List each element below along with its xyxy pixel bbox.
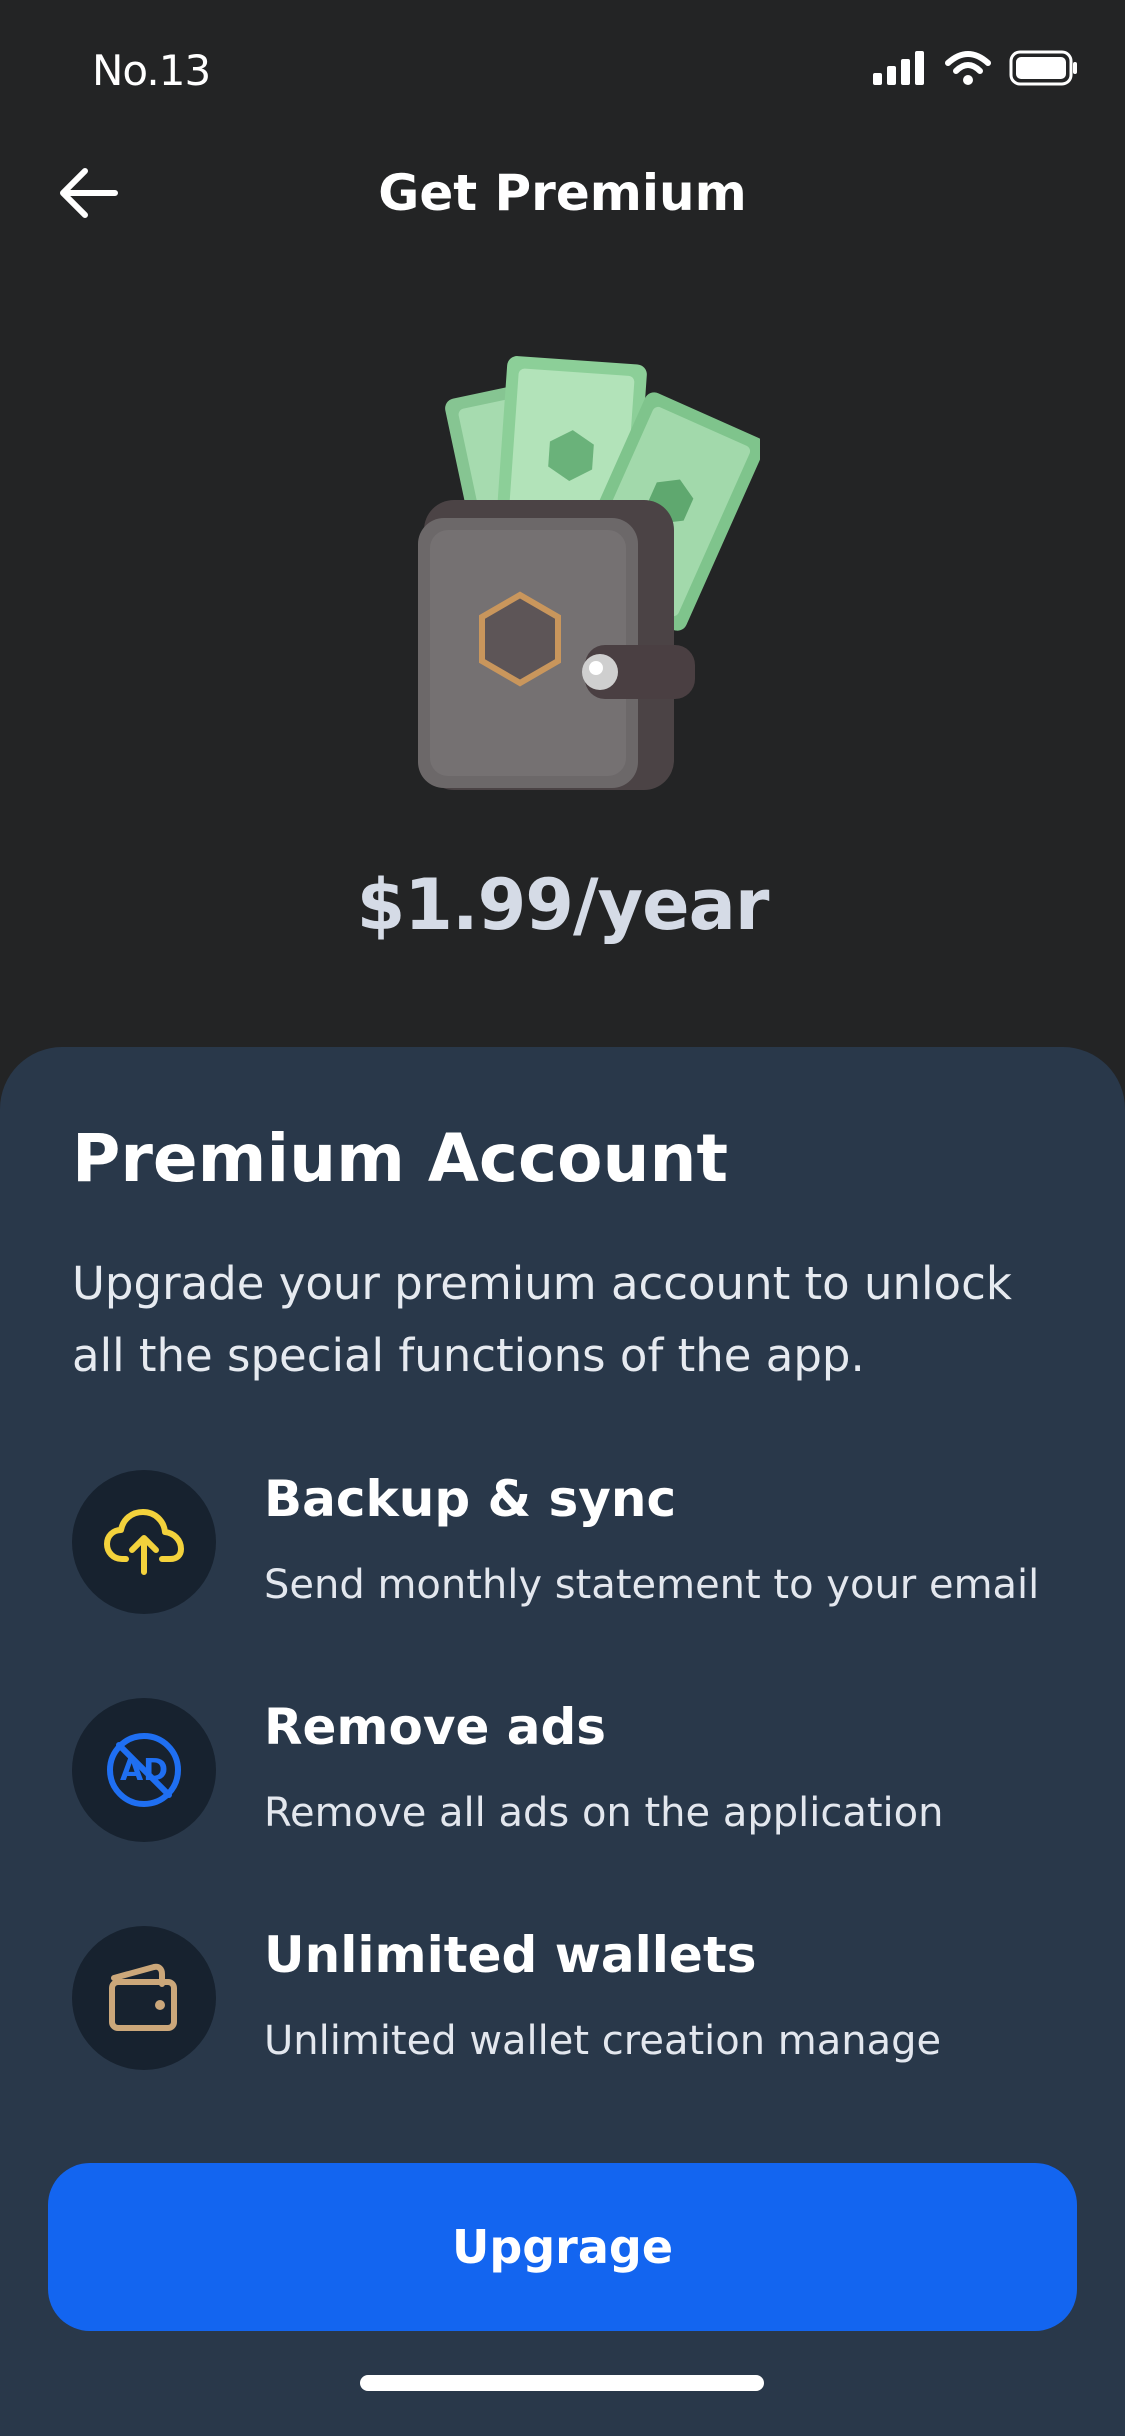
feature-unlimited-wallets: Unlimited wallets Unlimited wallet creat… xyxy=(72,1926,1072,2076)
price-label: $1.99/year xyxy=(356,864,770,946)
wallet-icon xyxy=(72,1926,216,2070)
page-title: Get Premium xyxy=(378,164,747,222)
cloud-upload-icon xyxy=(72,1470,216,1614)
battery-icon xyxy=(1009,50,1079,90)
sheet-title: Premium Account xyxy=(72,1120,729,1197)
status-bar: No.13 xyxy=(0,0,1125,140)
feature-title: Unlimited wallets xyxy=(264,1926,757,1984)
home-indicator xyxy=(360,2375,764,2391)
feature-subtitle: Unlimited wallet creation manage xyxy=(264,2018,942,2064)
feature-title: Backup & sync xyxy=(264,1470,677,1528)
upgrade-button[interactable]: Upgrage xyxy=(48,2163,1077,2331)
wifi-icon xyxy=(945,51,991,89)
status-icons xyxy=(873,50,1079,90)
status-time: No.13 xyxy=(92,46,211,95)
sheet-description: Upgrade your premium account to unlock a… xyxy=(72,1257,1012,1382)
remove-ads-icon: AD xyxy=(72,1698,216,1842)
premium-screen: No.13 Get Premium $1.99/year Premium Acc… xyxy=(0,0,1125,2436)
feature-backup-sync: Backup & sync Send monthly statement to … xyxy=(72,1470,1072,1620)
feature-remove-ads: AD Remove ads Remove all ads on the appl… xyxy=(72,1698,1072,1848)
feature-subtitle: Send monthly statement to your email xyxy=(264,1562,1040,1608)
wallet-with-cash-illustration xyxy=(400,350,765,800)
feature-title: Remove ads xyxy=(264,1698,607,1756)
signal-icon xyxy=(873,51,927,89)
feature-subtitle: Remove all ads on the application xyxy=(264,1790,944,1836)
svg-text:AD: AD xyxy=(120,1753,168,1788)
